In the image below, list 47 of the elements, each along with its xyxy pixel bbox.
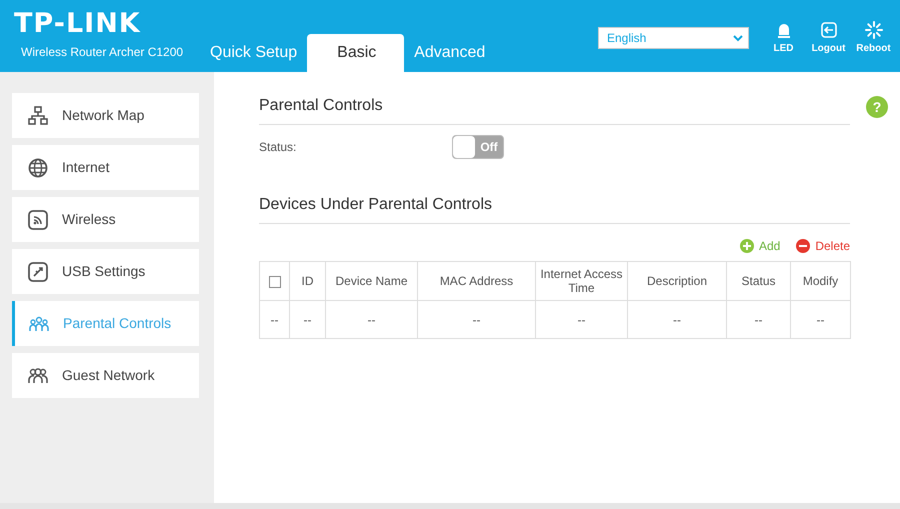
header-action-button[interactable]: Reboot: [851, 20, 896, 56]
nav-tab[interactable]: Advanced: [404, 34, 496, 72]
caret-icon: [733, 34, 743, 42]
column-header: Status: [726, 262, 790, 300]
logo: TP-LINK: [14, 10, 141, 37]
minus-icon: [796, 239, 810, 253]
nav-tab[interactable]: Quick Setup: [200, 34, 308, 72]
table-cell: --: [790, 300, 850, 338]
network-icon: [27, 104, 49, 126]
table-cell: --: [726, 300, 790, 338]
column-header: Device Name: [326, 262, 418, 300]
column-header: MAC Address: [418, 262, 536, 300]
logout-icon: [820, 20, 838, 38]
sidebar-item[interactable]: Guest Network: [12, 353, 199, 398]
section-title: Devices Under Parental Controls: [259, 193, 850, 224]
plus-icon: [740, 239, 754, 253]
table-cell: --: [260, 300, 290, 338]
column-header: Internet Access Time: [536, 262, 628, 300]
add-button[interactable]: Add: [740, 237, 780, 255]
sidebar-item[interactable]: USB Settings: [12, 249, 199, 294]
sidebar-item[interactable]: Wireless: [12, 197, 199, 242]
toggle-switch[interactable]: Off: [452, 135, 504, 159]
field-label: Status:: [259, 139, 298, 156]
header-action-button[interactable]: LED: [761, 20, 806, 56]
table-cell: --: [536, 300, 628, 338]
table-cell: --: [326, 300, 418, 338]
model-name: Wireless Router Archer C1200: [21, 44, 184, 61]
section-title: Parental Controls: [259, 94, 850, 125]
table-cell: --: [418, 300, 536, 338]
column-header: ID: [290, 262, 326, 300]
reboot-icon: [864, 20, 882, 38]
sidebar-item[interactable]: Parental Controls: [12, 301, 199, 346]
select-all-checkbox[interactable]: [268, 276, 280, 288]
sidebar-item[interactable]: Internet: [12, 145, 199, 190]
table-cell: --: [628, 300, 726, 338]
help-button[interactable]: ?: [866, 96, 888, 118]
usb-icon: [27, 260, 49, 282]
language-select[interactable]: English: [598, 27, 749, 49]
header-action-button[interactable]: Logout: [806, 20, 851, 56]
nav-tab[interactable]: Basic: [307, 34, 404, 72]
column-header: Modify: [790, 262, 850, 300]
globe-icon: [27, 156, 49, 178]
delete-button[interactable]: Delete: [796, 237, 850, 255]
sidebar-item[interactable]: Network Map: [12, 93, 199, 138]
wireless-icon: [27, 208, 49, 230]
column-header: Description: [628, 262, 726, 300]
table-cell: --: [290, 300, 326, 338]
